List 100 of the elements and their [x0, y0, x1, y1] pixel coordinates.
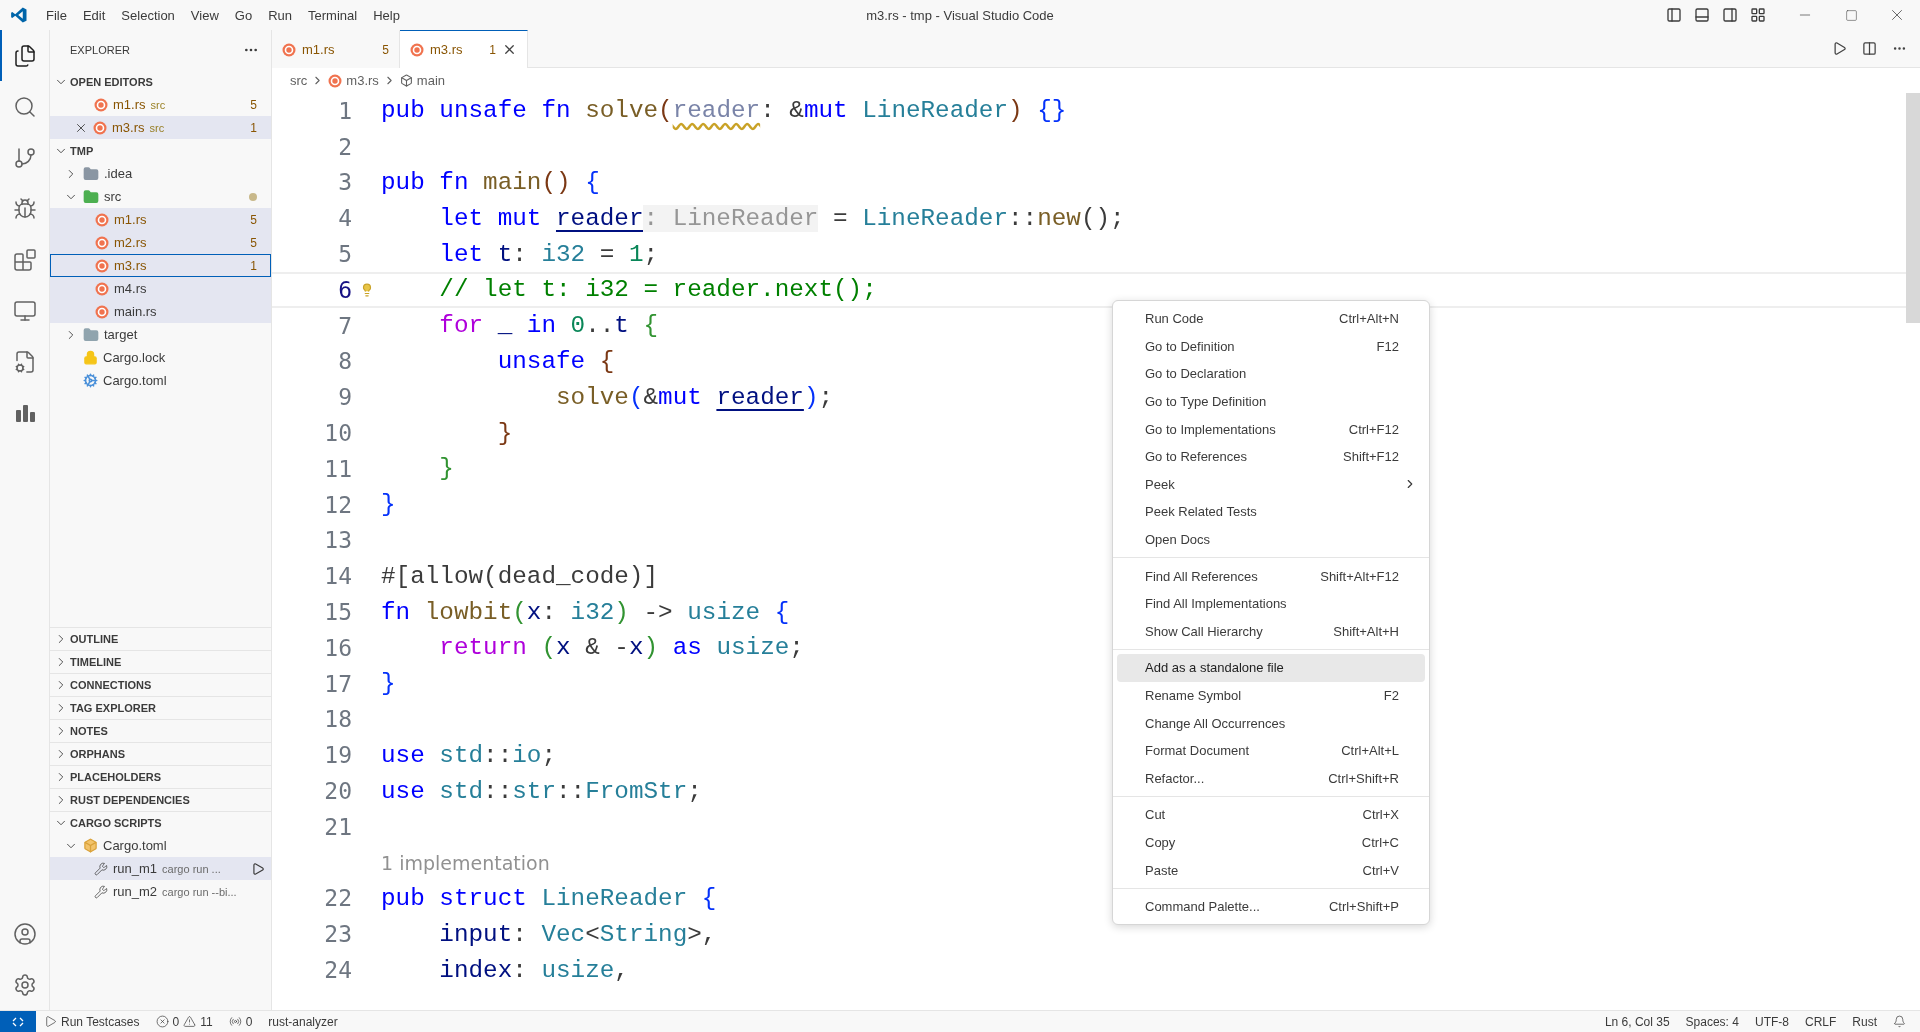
breadcrumb[interactable]: m3.rs — [328, 73, 379, 88]
menu-item[interactable]: Go — [226, 0, 261, 30]
problem-count: 1 — [489, 42, 496, 57]
menu-item[interactable]: Run — [260, 0, 300, 30]
explorer-folder[interactable]: Cargo.toml — [50, 834, 271, 857]
status-item[interactable]: CRLF — [1796, 1010, 1845, 1032]
folder-icon — [83, 188, 99, 205]
breadcrumb[interactable]: src — [290, 73, 308, 88]
explorer-file[interactable]: m2.rs 5 — [50, 231, 271, 254]
menu-item[interactable]: Refactor... Ctrl+Shift+R — [1117, 764, 1425, 793]
menu-item[interactable]: Go to Implementations Ctrl+F12 — [1117, 415, 1425, 443]
branch-icon — [12, 145, 37, 170]
status-item[interactable]: Ln 6, Col 35 — [1596, 1010, 1678, 1032]
script-item[interactable]: run_m1 cargo run ... — [50, 857, 271, 880]
script-item[interactable]: run_m2 cargo run --bi... — [50, 880, 271, 903]
run-icon[interactable] — [251, 861, 265, 876]
file-name: Cargo.toml — [103, 373, 167, 388]
open-editor-item[interactable]: m1.rs src 5 — [50, 93, 271, 116]
menu-item[interactable]: Find All References Shift+Alt+F12 — [1117, 562, 1425, 590]
menu-item[interactable]: View — [182, 0, 227, 30]
language-server-status[interactable]: rust-analyzer — [260, 1010, 346, 1032]
menu-item[interactable]: Change All Occurrences — [1117, 709, 1425, 737]
explorer-file[interactable]: Cargo.toml — [50, 369, 271, 392]
menu-item[interactable]: Selection — [113, 0, 183, 30]
status-item[interactable]: UTF-8 — [1746, 1010, 1797, 1032]
menu-item[interactable]: Show Call Hierarchy Shift+Alt+H — [1117, 617, 1425, 646]
explorer-file[interactable]: m3.rs 1 — [50, 254, 271, 277]
menu-item[interactable]: Run Code Ctrl+Alt+N — [1117, 305, 1425, 333]
code-line: solve(&mut reader); — [554, 383, 834, 411]
menu-item[interactable]: Cut Ctrl+X — [1117, 801, 1425, 829]
run-icon[interactable] — [1831, 41, 1847, 56]
explorer-file[interactable]: m1.rs 5 — [50, 208, 271, 231]
close-icon[interactable] — [502, 42, 517, 57]
app-logo-icon — [10, 6, 28, 24]
folder-description: src — [150, 98, 166, 111]
file-name: Cargo.toml — [103, 838, 167, 853]
menu-item[interactable]: Peek — [1117, 470, 1425, 499]
menu-item[interactable]: Terminal — [300, 0, 366, 30]
split-editor-icon[interactable] — [1861, 41, 1877, 56]
explorer-folder[interactable]: target — [50, 323, 271, 346]
editor-tab[interactable]: m3.rs 1 — [400, 30, 528, 68]
section-header[interactable]: NOTES — [50, 719, 271, 742]
bell-icon[interactable] — [1893, 1015, 1906, 1028]
explorer-folder[interactable]: .idea — [50, 162, 271, 185]
remote-button[interactable] — [0, 1010, 36, 1032]
explorer-file[interactable]: Cargo.lock — [50, 346, 271, 369]
problem-count: 1 — [250, 120, 257, 135]
ports-button[interactable]: 0 — [220, 1010, 261, 1032]
open-editor-item[interactable]: m3.rs src 1 — [50, 116, 271, 139]
status-item[interactable]: Spaces: 4 — [1677, 1010, 1747, 1032]
problems-button[interactable]: 0 11 — [147, 1010, 221, 1032]
section-header[interactable]: OUTLINE — [50, 627, 271, 650]
shortcut-text: Ctrl+X — [1362, 807, 1399, 823]
panel-left-icon[interactable] — [1666, 7, 1682, 23]
menu-item[interactable]: File — [38, 0, 75, 30]
layout-grid-icon[interactable] — [1750, 7, 1766, 23]
section-header[interactable]: TIMELINE — [50, 650, 271, 673]
section-header[interactable]: CONNECTIONS — [50, 673, 271, 696]
file-name: m3.rs — [114, 258, 147, 273]
line-number: 18 — [323, 706, 352, 733]
menu-item[interactable]: Go to Definition F12 — [1117, 332, 1425, 361]
menu-item[interactable]: Edit — [74, 0, 114, 30]
code-line: } — [381, 491, 396, 519]
section-header[interactable]: ORPHANS — [50, 742, 271, 765]
editor-tab[interactable]: m1.rs 5 — [272, 30, 400, 68]
breadcrumb[interactable]: main — [399, 73, 446, 88]
menu-item[interactable]: Format Document Ctrl+Alt+L — [1117, 736, 1425, 765]
section-header[interactable]: TAG EXPLORER — [50, 696, 271, 719]
panel-bottom-icon[interactable] — [1694, 7, 1710, 23]
menu-item[interactable]: Go to Declaration — [1117, 360, 1425, 388]
menu-item[interactable]: Go to References Shift+F12 — [1117, 442, 1425, 471]
section-header[interactable]: CARGO SCRIPTS — [50, 811, 271, 834]
menu-item[interactable]: Find All Implementations — [1117, 589, 1425, 618]
line-number: 12 — [323, 491, 352, 518]
panel-right-icon[interactable] — [1722, 7, 1738, 23]
menu-item[interactable]: Peek Related Tests — [1117, 498, 1425, 526]
explorer-folder[interactable]: src — [50, 185, 271, 208]
menu-item[interactable]: Rename Symbol F2 — [1117, 681, 1425, 710]
section-header[interactable]: PLACEHOLDERS — [50, 765, 271, 788]
section-header[interactable]: RUST DEPENDENCIES — [50, 788, 271, 811]
file-name: target — [104, 327, 138, 342]
explorer-file[interactable]: main.rs — [50, 300, 271, 323]
explorer-file[interactable]: m4.rs — [50, 277, 271, 300]
shortcut-text: Ctrl+C — [1361, 835, 1399, 850]
menu-item[interactable]: Command Palette... Ctrl+Shift+P — [1117, 892, 1425, 921]
menu-item[interactable]: Go to Type Definition — [1117, 387, 1425, 416]
menu-item[interactable]: Paste Ctrl+V — [1117, 856, 1425, 884]
scrollbar-thumb[interactable] — [1906, 93, 1920, 323]
menu-item[interactable]: Add as a standalone file — [1117, 654, 1425, 682]
status-item[interactable]: Rust — [1844, 1010, 1885, 1032]
menu-item[interactable]: Help — [365, 0, 408, 30]
run-testcases-button[interactable]: Run Testcases — [36, 1010, 148, 1032]
menu-item[interactable]: Open Docs — [1117, 525, 1425, 554]
code-line: } — [438, 455, 454, 483]
menu-item[interactable]: Copy Ctrl+C — [1117, 828, 1425, 857]
section-header[interactable]: OPEN EDITORS — [50, 70, 271, 93]
code-line: input: Vec<String>, — [438, 920, 717, 948]
line-number: 7 — [337, 312, 352, 339]
section-header[interactable]: TMP — [50, 139, 271, 162]
code-line: pub unsafe fn solve(reader: &mut LineReader) {} — [381, 97, 1067, 125]
